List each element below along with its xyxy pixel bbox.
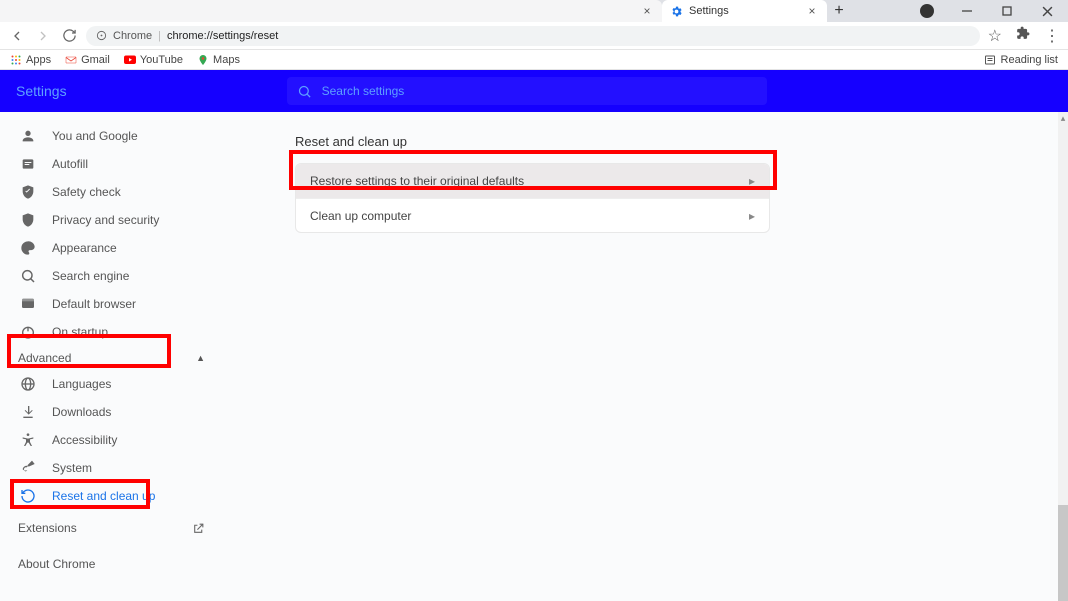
gmail-icon [65,54,77,66]
bookmark-label: Apps [26,54,51,66]
page-title: Settings [16,83,67,99]
sidebar-item-downloads[interactable]: Downloads [0,398,225,426]
row-label: Restore settings to their original defau… [310,174,524,188]
sidebar-label: Reset and clean up [52,489,155,503]
menu-icon[interactable]: ⋮ [1044,26,1060,46]
sidebar-item-startup[interactable]: On startup [0,318,225,346]
addr-separator: | [158,30,161,42]
toolbar: Chrome | chrome://settings/reset ☆ ⋮ [0,22,1068,50]
chevron-right-icon: ▸ [749,209,755,223]
forward-button[interactable] [34,27,52,45]
reading-list-label: Reading list [1001,54,1058,66]
reading-list[interactable]: Reading list [984,54,1058,66]
sidebar-label: Advanced [18,351,71,365]
sidebar-label: Privacy and security [52,213,159,227]
content: You and Google Autofill Safety check Pri… [0,112,1068,601]
search-input[interactable] [322,84,757,98]
sidebar-item-search-engine[interactable]: Search engine [0,262,225,290]
sidebar: You and Google Autofill Safety check Pri… [0,112,225,601]
sidebar-label: Languages [52,377,111,391]
apps-icon [10,54,22,66]
row-restore-defaults[interactable]: Restore settings to their original defau… [296,164,769,198]
sidebar-label: Accessibility [52,433,117,447]
scrollbar-track[interactable] [1058,124,1068,513]
scroll-up-icon[interactable]: ▴ [1058,112,1068,124]
search-settings[interactable] [287,77,767,105]
sidebar-item-privacy[interactable]: Privacy and security [0,206,225,234]
account-icon[interactable] [920,4,934,18]
chevron-right-icon: ▸ [749,174,755,188]
reload-button[interactable] [60,27,78,45]
sidebar-item-languages[interactable]: Languages [0,370,225,398]
tab-strip: × Settings × + [0,0,1068,22]
main-panel: Reset and clean up Restore settings to t… [225,112,1068,601]
row-cleanup-computer[interactable]: Clean up computer ▸ [296,198,769,232]
maps-icon [197,54,209,66]
sidebar-extensions[interactable]: Extensions [0,510,225,546]
section-title: Reset and clean up [295,134,1068,149]
sidebar-label: Downloads [52,405,111,419]
settings-card: Restore settings to their original defau… [295,163,770,233]
settings-header: Settings [0,70,1068,112]
maximize-button[interactable] [1000,4,1014,18]
star-icon[interactable]: ☆ [988,26,1002,46]
external-link-icon [192,522,205,535]
tab-settings[interactable]: Settings × [662,0,827,22]
sidebar-advanced-toggle[interactable]: Advanced ▲ [0,346,225,370]
bookmark-label: YouTube [140,54,183,66]
close-icon[interactable]: × [805,4,819,18]
new-tab-button[interactable]: + [827,0,851,23]
bookmark-gmail[interactable]: Gmail [65,54,110,66]
window-controls [906,4,1068,18]
bookmark-label: Gmail [81,54,110,66]
addr-path: chrome://settings/reset [167,30,278,42]
sidebar-item-system[interactable]: System [0,454,225,482]
sidebar-label: Safety check [52,185,121,199]
sidebar-label: Search engine [52,269,129,283]
tab-label: Settings [689,5,729,17]
sidebar-label: Appearance [52,241,117,255]
sidebar-label: You and Google [52,129,138,143]
sidebar-label: On startup [52,325,108,339]
close-window-button[interactable] [1040,4,1054,18]
bookmarks-bar: Apps Gmail YouTube Maps Reading list [0,50,1068,70]
sidebar-item-appearance[interactable]: Appearance [0,234,225,262]
address-bar[interactable]: Chrome | chrome://settings/reset [86,26,980,46]
sidebar-label: Autofill [52,157,88,171]
bookmark-apps[interactable]: Apps [10,54,51,66]
gear-icon [670,5,683,18]
extensions-icon[interactable] [1016,26,1030,40]
sidebar-label: Default browser [52,297,136,311]
scrollbar[interactable]: ▴ [1058,112,1068,601]
youtube-icon [124,54,136,66]
tab-blank[interactable]: × [0,0,662,22]
sidebar-label: Extensions [18,521,77,535]
sidebar-label: System [52,461,92,475]
sidebar-about[interactable]: About Chrome [0,546,225,582]
chevron-up-icon: ▲ [196,353,205,363]
sidebar-item-accessibility[interactable]: Accessibility [0,426,225,454]
sidebar-label: About Chrome [18,557,95,571]
reading-list-icon [984,54,996,66]
back-button[interactable] [8,27,26,45]
addr-label: Chrome [113,30,152,42]
sidebar-item-reset[interactable]: Reset and clean up [0,482,225,510]
close-icon[interactable]: × [640,4,654,18]
minimize-button[interactable] [960,4,974,18]
bookmark-youtube[interactable]: YouTube [124,54,183,66]
sidebar-item-you-google[interactable]: You and Google [0,122,225,150]
search-icon [297,84,312,99]
sidebar-item-safety[interactable]: Safety check [0,178,225,206]
lock-icon [96,30,107,41]
scrollbar-thumb[interactable] [1058,505,1068,601]
bookmark-label: Maps [213,54,240,66]
row-label: Clean up computer [310,209,411,223]
sidebar-item-autofill[interactable]: Autofill [0,150,225,178]
sidebar-item-default-browser[interactable]: Default browser [0,290,225,318]
bookmark-maps[interactable]: Maps [197,54,240,66]
